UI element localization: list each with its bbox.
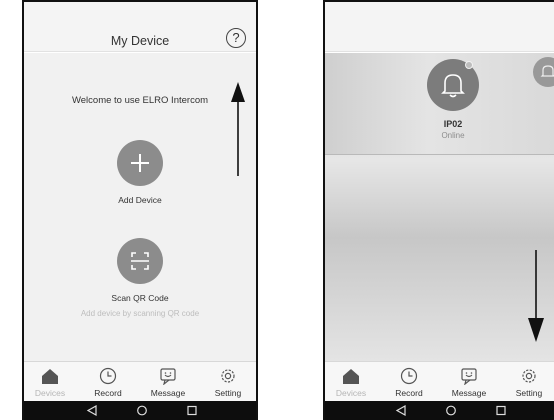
bell-icon (540, 65, 554, 77)
tab-setting[interactable]: Setting (503, 362, 554, 402)
app-header: My Device ? (24, 2, 256, 52)
scan-qr-button[interactable] (117, 238, 163, 284)
device-name: IP02 (443, 119, 463, 129)
page-title: My Device (110, 34, 170, 48)
tab-label: Message (150, 388, 186, 398)
bottom-tab-bar: Devices Record Message Setting (325, 361, 554, 401)
recents-icon[interactable] (186, 405, 198, 416)
message-icon (160, 368, 176, 385)
tab-record[interactable]: Record (383, 362, 435, 402)
home-circle-icon[interactable] (136, 405, 148, 416)
phone-screen-device-list: IP02 Online Devices Record Message Setti… (323, 0, 554, 420)
bottom-tab-bar: Devices Record Message Setting (24, 361, 256, 401)
scan-qr-hint: Add device by scanning QR code (80, 309, 200, 318)
tab-devices[interactable]: Devices (24, 362, 76, 402)
add-device-label: Add Device (118, 195, 162, 205)
tab-label: Message (451, 388, 487, 398)
phone-screen-my-device: My Device ? Welcome to use ELRO Intercom… (22, 0, 258, 420)
back-icon[interactable] (86, 405, 98, 416)
clock-icon (400, 367, 418, 385)
home-icon (343, 369, 359, 384)
device-status: Online (441, 131, 465, 140)
device-avatar-partial[interactable] (533, 57, 554, 87)
gear-icon (221, 369, 235, 383)
scan-frame-icon (131, 252, 149, 270)
tab-devices[interactable]: Devices (325, 362, 377, 402)
android-nav-bar (325, 401, 554, 420)
add-device-button[interactable] (117, 140, 163, 186)
gear-icon (522, 369, 536, 383)
device-list: IP02 Online (325, 53, 554, 361)
app-header (325, 2, 554, 52)
tab-label: Setting (515, 388, 543, 398)
device-empty-state: Welcome to use ELRO Intercom Add Device … (24, 53, 256, 361)
tab-label: Record (395, 388, 423, 398)
tab-label: Setting (214, 388, 242, 398)
status-dot (465, 61, 473, 69)
welcome-text: Welcome to use ELRO Intercom (71, 95, 209, 106)
tab-label: Devices (335, 388, 367, 398)
tab-label: Devices (34, 388, 66, 398)
clock-icon (99, 367, 117, 385)
back-icon[interactable] (395, 405, 407, 416)
home-icon (42, 369, 58, 384)
tab-message[interactable]: Message (443, 362, 495, 402)
plus-icon (131, 154, 149, 172)
recents-icon[interactable] (495, 405, 507, 416)
device-card[interactable]: IP02 Online (325, 53, 554, 155)
tab-record[interactable]: Record (82, 362, 134, 402)
scan-qr-label: Scan QR Code (111, 293, 169, 303)
message-icon (461, 368, 477, 385)
help-button[interactable]: ? (226, 28, 246, 48)
tab-setting[interactable]: Setting (202, 362, 254, 402)
tab-message[interactable]: Message (142, 362, 194, 402)
android-nav-bar (24, 401, 256, 420)
tab-label: Record (94, 388, 122, 398)
home-circle-icon[interactable] (445, 405, 457, 416)
